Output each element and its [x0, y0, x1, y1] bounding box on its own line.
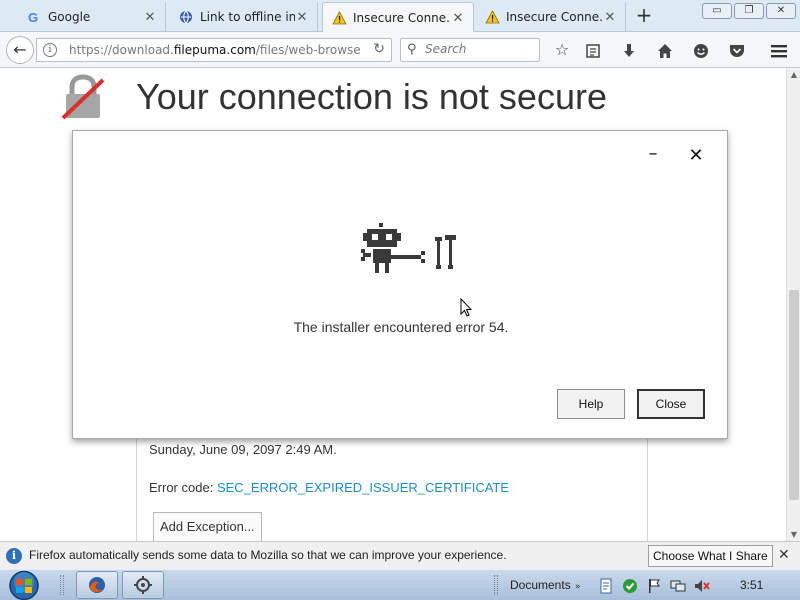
search-icon: ⚲ — [407, 42, 417, 57]
window-close-button[interactable]: ✕ — [766, 3, 796, 19]
tab-label: Insecure Conne... — [353, 11, 451, 25]
error-code-link[interactable]: SEC_ERROR_EXPIRED_ISSUER_CERTIFICATE — [217, 480, 509, 495]
pocket-icon[interactable] — [726, 40, 748, 62]
choose-what-i-share-button[interactable]: Choose What I Share — [648, 545, 773, 567]
tab-label: Link to offline in... — [200, 10, 295, 24]
google-g-icon: G — [26, 9, 42, 25]
add-exception-button[interactable]: Add Exception... — [153, 512, 262, 542]
svg-text:G: G — [28, 10, 38, 24]
tab-label: Google — [48, 10, 91, 24]
tab-strip: G Google ✕ Link to offline in... ✕ Insec… — [0, 0, 800, 33]
notification-text: Firefox automatically sends some data to… — [29, 548, 507, 562]
url-domain: filepuma.com — [173, 43, 256, 57]
smiley-feedback-icon[interactable] — [690, 40, 712, 62]
volume-muted-icon[interactable] — [694, 578, 710, 594]
network-icon[interactable] — [670, 578, 686, 594]
tab-close-icon[interactable]: ✕ — [603, 10, 617, 25]
security-shield-check-icon[interactable] — [622, 578, 638, 594]
reload-icon[interactable]: ↻ — [373, 41, 385, 57]
home-icon[interactable] — [654, 40, 676, 62]
documents-toolbar-label[interactable]: Documents — [510, 578, 571, 592]
hamburger-menu-icon[interactable] — [768, 40, 790, 62]
url-prefix: https://download. — [69, 43, 174, 57]
warning-triangle-icon — [484, 9, 500, 25]
info-icon: i — [6, 548, 22, 564]
scrollbar-thumb[interactable] — [789, 290, 799, 500]
robot-with-tools-icon — [361, 223, 456, 273]
bookmark-star-icon[interactable]: ☆ — [551, 40, 573, 62]
page-title: Your connection is not secure — [136, 76, 607, 117]
notification-close-icon[interactable]: ✕ — [778, 547, 790, 563]
window-minimize-button[interactable]: ▭ — [702, 3, 732, 19]
installer-taskbar-button[interactable] — [122, 571, 164, 599]
tab-close-icon[interactable]: ✕ — [143, 10, 157, 25]
scroll-up-arrow-icon[interactable]: ▲ — [787, 68, 800, 82]
tray-grip[interactable] — [494, 575, 498, 595]
notification-bar: i Firefox automatically sends some data … — [0, 541, 800, 569]
firefox-taskbar-button[interactable] — [76, 571, 118, 599]
reading-list-icon[interactable] — [582, 40, 604, 62]
taskbar-clock[interactable]: 3:51 — [740, 578, 763, 592]
url-text[interactable]: https://download.filepuma.com/files/web-… — [69, 43, 361, 57]
vertical-scrollbar[interactable]: ▲ ▼ — [786, 68, 800, 542]
info-circle-icon[interactable]: i — [43, 43, 57, 57]
documents-expand-icon[interactable]: » — [575, 582, 581, 592]
tab-insecure-connection[interactable]: Insecure Conne... ✕ — [476, 2, 626, 32]
scroll-down-arrow-icon[interactable]: ▼ — [787, 528, 800, 542]
dialog-close-icon[interactable]: ✕ — [687, 147, 705, 165]
url-bar[interactable]: i https://download.filepuma.com/files/we… — [36, 38, 392, 62]
error-code-line: Error code: SEC_ERROR_EXPIRED_ISSUER_CER… — [149, 480, 509, 495]
help-button[interactable]: Help — [557, 389, 625, 419]
close-button[interactable]: Close — [637, 389, 705, 419]
tab-close-icon[interactable]: ✕ — [451, 11, 465, 26]
document-tray-icon[interactable] — [598, 578, 614, 594]
broken-lock-icon — [61, 74, 105, 120]
globe-icon — [178, 9, 194, 25]
search-input[interactable] — [425, 42, 535, 56]
warning-triangle-icon — [331, 10, 347, 26]
installer-gear-icon — [134, 576, 152, 594]
firefox-icon — [89, 577, 105, 593]
search-bar[interactable]: ⚲ — [400, 38, 540, 62]
tab-close-icon[interactable]: ✕ — [295, 10, 309, 25]
mouse-pointer-icon — [460, 298, 472, 317]
tab-link-offline[interactable]: Link to offline in... ✕ — [170, 2, 318, 32]
tab-label: Insecure Conne... — [506, 10, 603, 24]
download-arrow-icon[interactable] — [618, 40, 640, 62]
windows-taskbar: Documents » 3:51 — [0, 569, 800, 600]
navigation-toolbar: ← i https://download.filepuma.com/files/… — [0, 32, 800, 68]
action-center-flag-icon[interactable] — [646, 578, 662, 594]
url-path: /files/web-browse — [255, 43, 361, 57]
tab-google[interactable]: G Google ✕ — [18, 2, 166, 32]
dialog-minimize-icon[interactable]: – — [645, 145, 661, 163]
installer-error-dialog: – ✕ The installer encountered error 54. … — [72, 130, 728, 439]
back-arrow-icon[interactable]: ← — [6, 36, 34, 64]
dialog-message: The installer encountered error 54. — [293, 319, 509, 335]
windows-start-orb-icon[interactable] — [4, 570, 44, 600]
new-tab-plus-icon[interactable]: + — [632, 4, 656, 28]
window-restore-button[interactable]: ❐ — [734, 3, 764, 19]
error-code-label: Error code: — [149, 480, 214, 495]
tab-insecure-connection-active[interactable]: Insecure Conne... ✕ — [322, 2, 474, 33]
taskbar-grip[interactable] — [60, 575, 64, 595]
details-date: Sunday, June 09, 2097 2:49 AM. — [149, 442, 337, 457]
